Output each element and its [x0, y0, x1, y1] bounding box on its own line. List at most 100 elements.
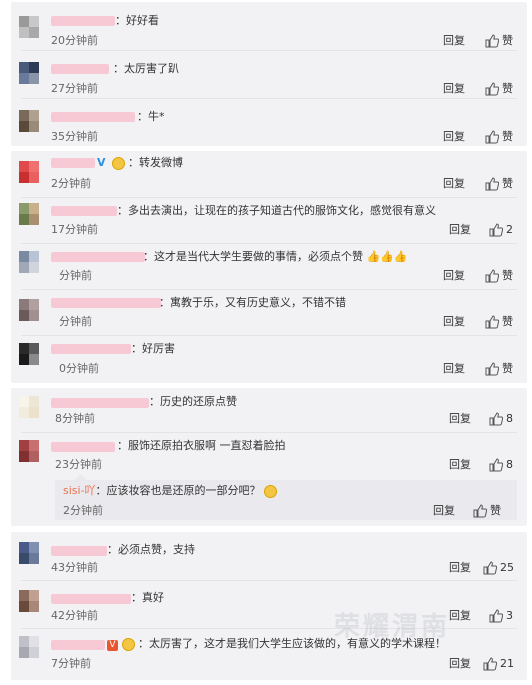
username-redacted[interactable]	[51, 64, 109, 74]
like-button[interactable]: 21	[483, 657, 514, 671]
reply-button[interactable]: 回复	[443, 34, 465, 48]
emoji-icon	[121, 637, 135, 651]
like-button[interactable]: 赞	[485, 362, 513, 376]
username-redacted[interactable]	[51, 206, 117, 216]
reply-button[interactable]: 回复	[443, 315, 465, 329]
thumbs-up-icon	[485, 315, 500, 329]
comment-time: 0分钟前	[59, 362, 99, 375]
sub-reply-content: ：应该妆容也是还原的一部分吧？	[95, 484, 261, 497]
like-button[interactable]: 赞	[485, 82, 513, 96]
avatar[interactable]	[19, 16, 39, 38]
thumbs-up-icon	[485, 82, 500, 96]
reply-button[interactable]: 回复	[449, 609, 471, 623]
like-button[interactable]: 赞	[485, 177, 513, 191]
like-button[interactable]: 8	[489, 412, 513, 426]
username-redacted[interactable]	[51, 298, 161, 308]
like-count: 25	[500, 561, 514, 574]
thumbs-up-icon	[485, 177, 500, 191]
like-button[interactable]: 25	[483, 561, 514, 575]
comment-time: 分钟前	[59, 315, 92, 328]
reply-button[interactable]: 回复	[443, 362, 465, 376]
username-redacted[interactable]	[51, 344, 131, 354]
thumbs-up-icon	[485, 269, 500, 283]
thumbs-up-icon	[489, 223, 504, 237]
comment-time: 43分钟前	[51, 561, 98, 574]
reply-button[interactable]: 回复	[449, 458, 471, 472]
verified-icon: V	[97, 156, 106, 169]
username-redacted[interactable]	[51, 252, 145, 262]
comment-item: ：牛* 35分钟前 回复 赞	[11, 98, 527, 146]
sub-reply-text: sisi-吖：应该妆容也是还原的一部分吧？	[63, 484, 278, 498]
like-count: 赞	[502, 177, 513, 190]
comment-time: 20分钟前	[51, 34, 98, 47]
comment-item: V ：转发微博 2分钟前 回复 赞	[11, 151, 527, 197]
comment-item: ：太厉害了趴 27分钟前 回复 赞	[11, 50, 527, 98]
like-button[interactable]: 赞	[485, 315, 513, 329]
comment-time: 17分钟前	[51, 223, 98, 236]
smile-emoji-icon	[264, 484, 278, 498]
like-button[interactable]: 赞	[473, 504, 501, 518]
avatar[interactable]	[19, 62, 39, 84]
avatar[interactable]	[19, 161, 39, 183]
like-count: 赞	[502, 130, 513, 143]
like-count: 赞	[490, 504, 501, 517]
like-button[interactable]: 3	[489, 609, 513, 623]
reply-button[interactable]: 回复	[443, 82, 465, 96]
reply-button[interactable]: 回复	[443, 177, 465, 191]
comment-time: 35分钟前	[51, 130, 98, 143]
comment-text: ：真好	[131, 591, 164, 604]
avatar[interactable]	[19, 636, 39, 658]
reply-button[interactable]: 回复	[449, 223, 471, 237]
username-redacted[interactable]	[51, 640, 105, 650]
reply-button[interactable]: 回复	[443, 269, 465, 283]
like-button[interactable]: 赞	[485, 34, 513, 48]
avatar[interactable]	[19, 343, 39, 365]
comment-time: 27分钟前	[51, 82, 98, 95]
avatar[interactable]	[19, 590, 39, 612]
comment-text: ：多出去演出，让现在的孩子知道古代的服饰文化，感觉很有意义	[117, 204, 436, 217]
like-count: 赞	[502, 315, 513, 328]
like-button[interactable]: 赞	[485, 130, 513, 144]
like-count: 赞	[502, 34, 513, 47]
username-redacted[interactable]	[51, 16, 115, 26]
reply-button[interactable]: 回复	[433, 504, 455, 518]
avatar[interactable]	[19, 299, 39, 321]
username-redacted[interactable]	[51, 594, 131, 604]
comment-item: ：必须点赞，支持 43分钟前 回复 25	[11, 532, 527, 580]
reply-button[interactable]: 回复	[449, 657, 471, 671]
username-redacted[interactable]	[51, 442, 115, 452]
username-redacted[interactable]	[51, 112, 135, 122]
avatar[interactable]	[19, 542, 39, 564]
like-button[interactable]: 2	[489, 223, 513, 237]
comment-item: ：寓教于乐，又有历史意义，不错不错 分钟前 回复 赞	[11, 289, 527, 335]
like-count: 2	[506, 223, 513, 236]
comment-time: 2分钟前	[51, 177, 91, 190]
comment-text: ：好厉害	[131, 342, 175, 355]
thumbs-up-icon	[489, 412, 504, 426]
sub-reply-author[interactable]: sisi-吖	[63, 484, 96, 497]
comment-panel-2: V ：转发微博 2分钟前 回复 赞 ：多出去演出，让现在的孩子知道古代的服饰文化…	[11, 151, 527, 383]
watermark: 荣耀渭南	[334, 612, 451, 642]
reply-button[interactable]: 回复	[443, 130, 465, 144]
comment-panel-1: ：好好看 20分钟前 回复 赞 ：太厉害了趴 27分钟前 回复 赞 ：牛* 35…	[11, 2, 527, 146]
thumbs-emoji-icon: 👍👍👍	[366, 250, 408, 263]
username-redacted[interactable]	[51, 158, 95, 168]
username-redacted[interactable]	[51, 546, 107, 556]
avatar[interactable]	[19, 396, 39, 418]
thumbs-up-icon	[483, 657, 498, 671]
avatar[interactable]	[19, 440, 39, 462]
avatar[interactable]	[19, 110, 39, 132]
sub-reply-box: sisi-吖：应该妆容也是还原的一部分吧？ 2分钟前 回复 赞	[55, 474, 517, 520]
avatar[interactable]	[19, 251, 39, 273]
avatar[interactable]	[19, 203, 39, 225]
like-count: 赞	[502, 82, 513, 95]
reply-button[interactable]: 回复	[449, 412, 471, 426]
reply-button[interactable]: 回复	[449, 561, 471, 575]
comment-item: ：历史的还原点赞 8分钟前 回复 8	[11, 388, 527, 432]
comment-text: ：寓教于乐，又有历史意义，不错不错	[159, 296, 346, 309]
comment-text-content: ：这才是当代大学生要做的事情，必须点个赞	[143, 250, 363, 263]
comment-time: 8分钟前	[55, 412, 95, 425]
like-button[interactable]: 8	[489, 458, 513, 472]
like-button[interactable]: 赞	[485, 269, 513, 283]
username-redacted[interactable]	[51, 398, 149, 408]
